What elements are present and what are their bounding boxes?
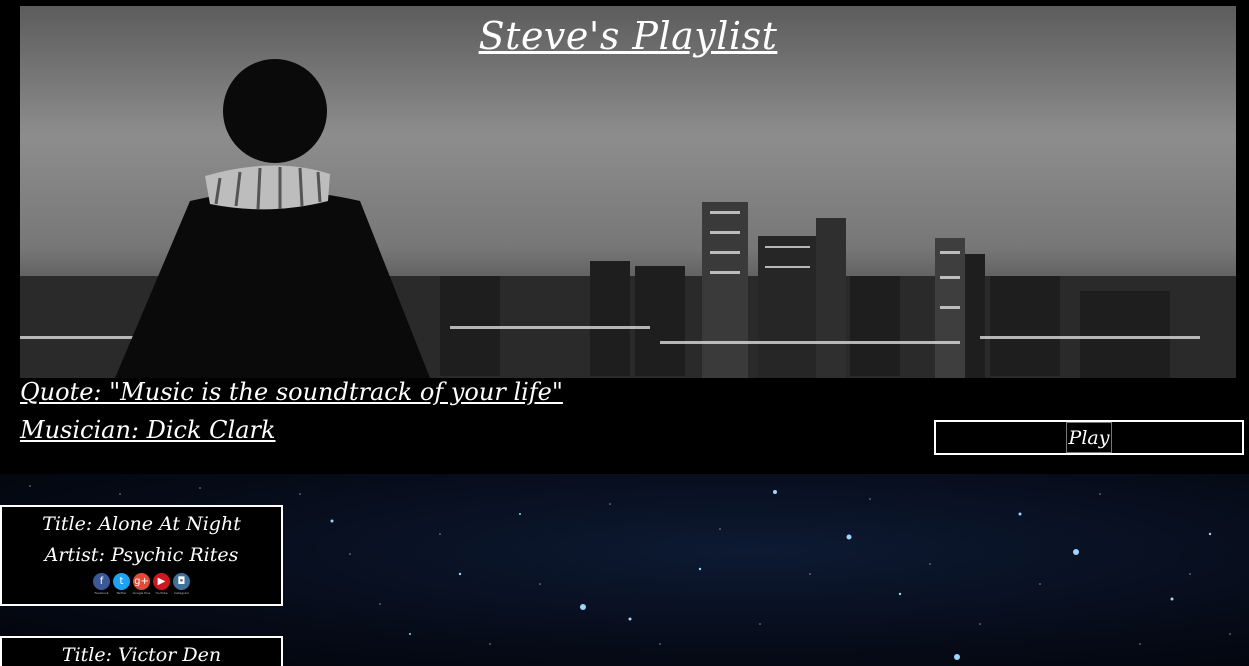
social-share-row: f Facebook t Twitter g+ Google Plus ▶ Yo… [2,573,281,595]
twitter-icon[interactable]: t Twitter [113,573,130,595]
song-artist: Artist: Psychic Rites [44,544,239,566]
google-plus-icon[interactable]: g+ Google Plus [133,573,150,595]
page: Steve's Playlist Quote: "Music is the so… [0,0,1249,666]
city-skyline-photo [20,6,1236,378]
page-title: Steve's Playlist [478,14,778,58]
facebook-icon[interactable]: f Facebook [93,573,110,595]
instagram-icon[interactable]: ◘ Instagram [173,573,190,595]
song-title: Title: Alone At Night [42,513,241,535]
song-card: Title: Alone At Night Artist: Psychic Ri… [0,505,283,606]
youtube-icon[interactable]: ▶ YouTube [153,573,170,595]
quote-text: Quote: "Music is the soundtrack of your … [20,378,563,406]
hero-banner-image: Steve's Playlist [20,6,1236,378]
player-box: Play [934,420,1244,455]
song-card: Title: Victor Den [0,636,283,666]
play-button[interactable]: Play [1065,422,1113,453]
song-title: Title: Victor Den [61,644,222,666]
musician-text: Musician: Dick Clark [20,416,276,444]
